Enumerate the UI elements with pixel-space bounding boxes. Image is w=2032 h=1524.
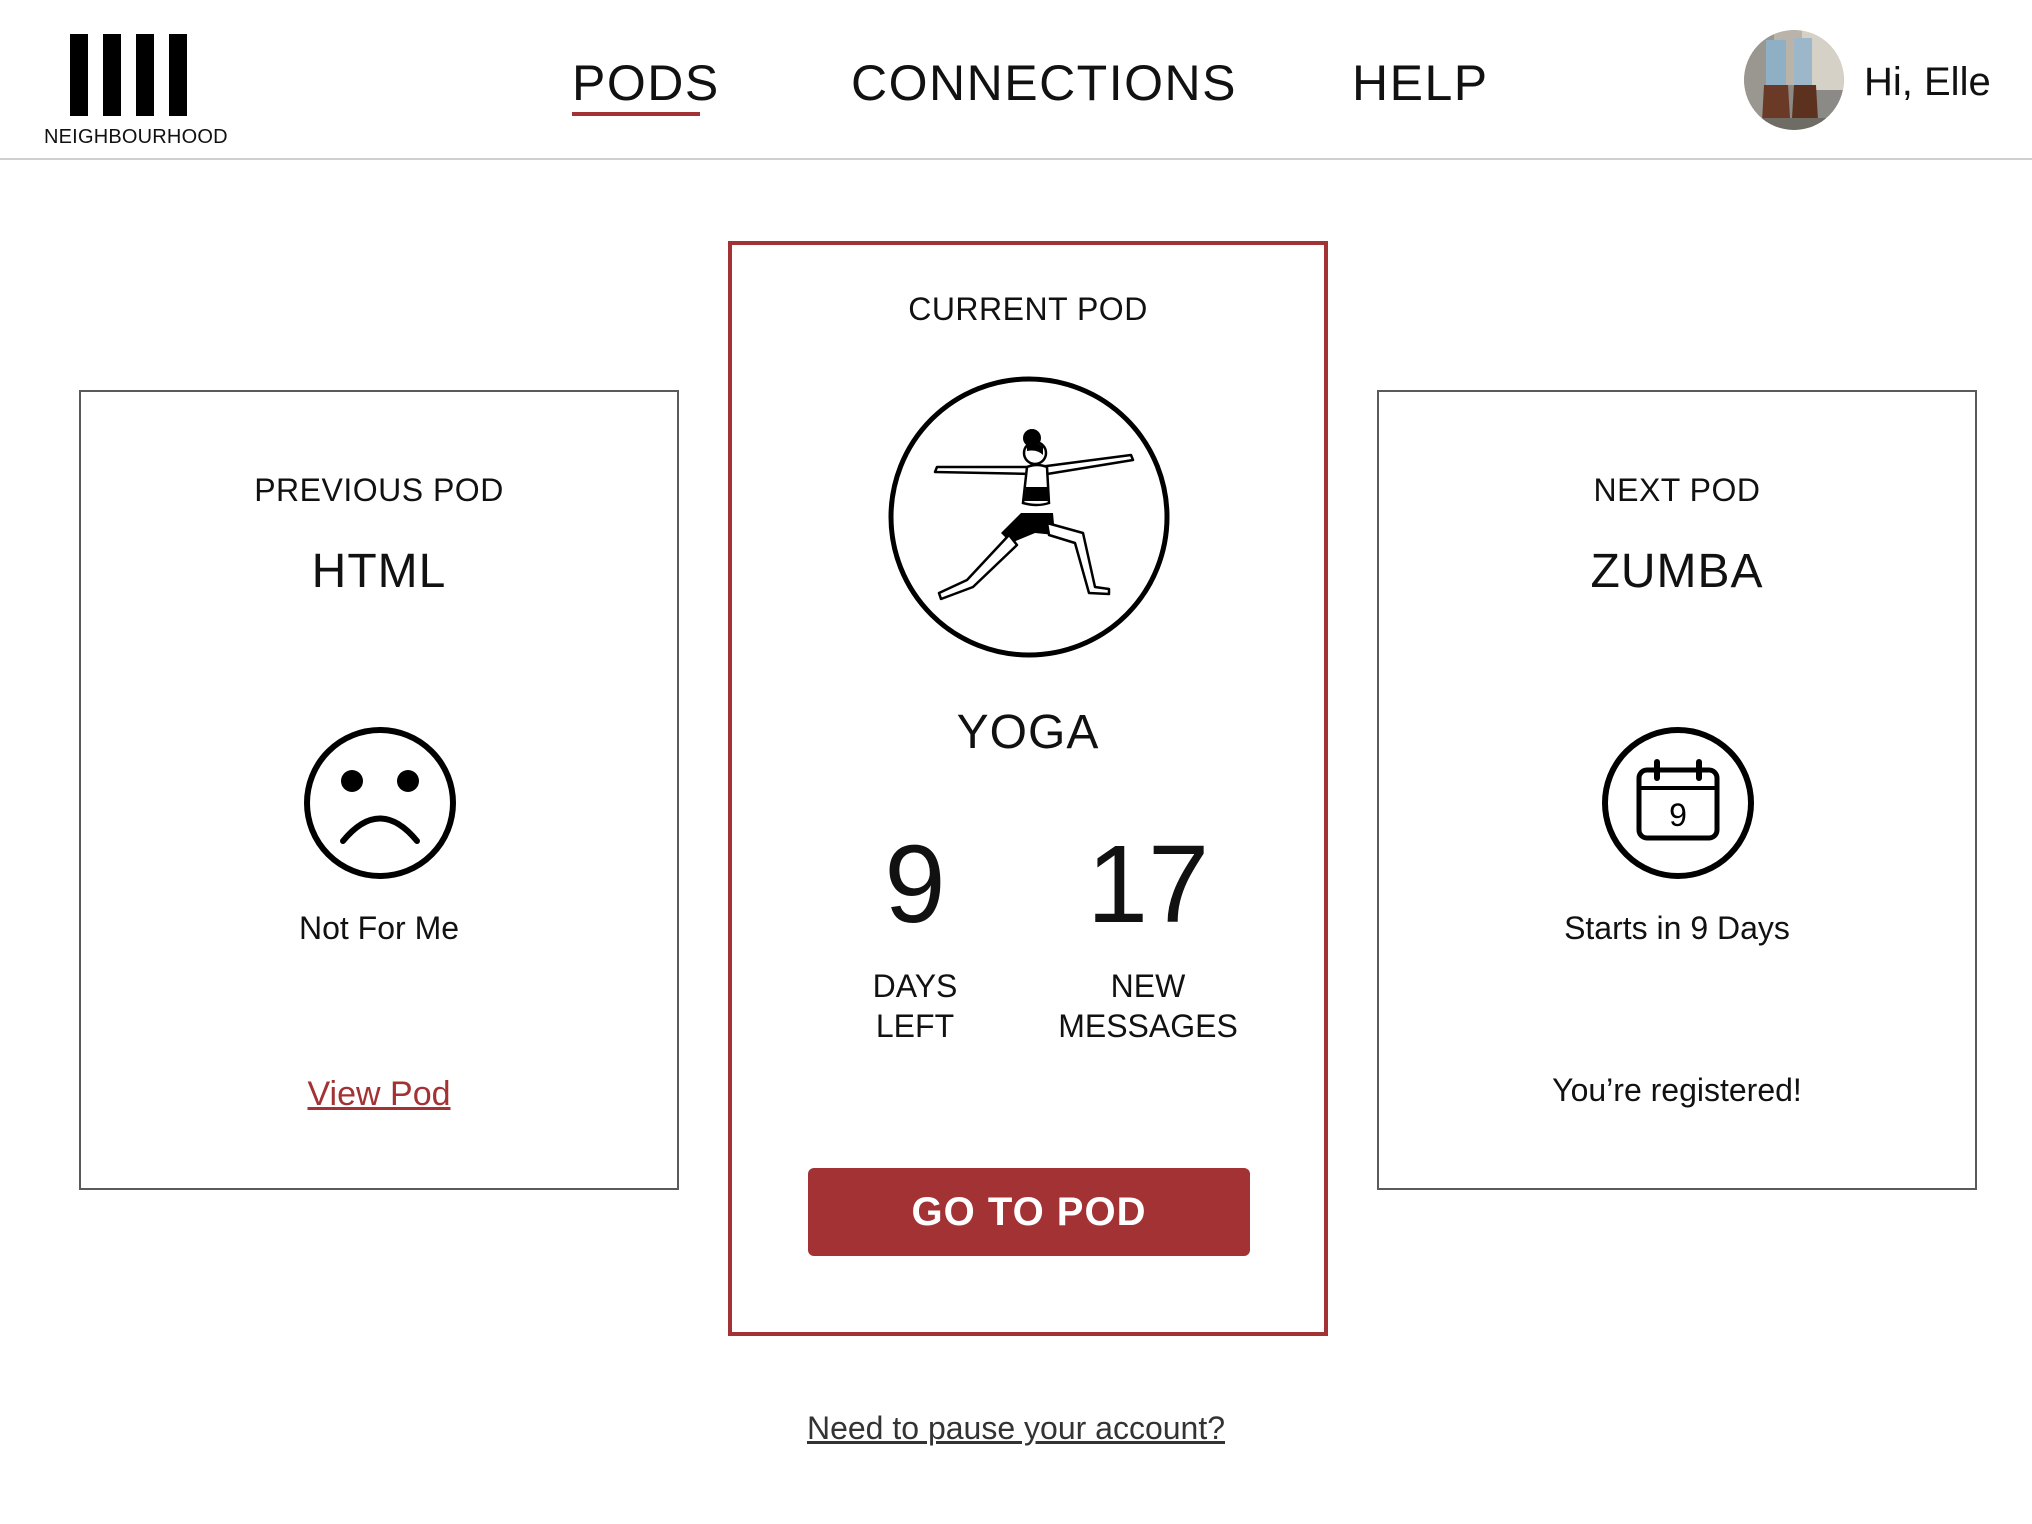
next-pod-status: Starts in 9 Days	[1564, 910, 1790, 946]
top-navbar: NEIGHBOURHOOD PODS CONNECTIONS HELP Hi, …	[0, 0, 2032, 160]
current-pod-title: YOGA	[956, 706, 1100, 759]
new-messages-number: 17	[1086, 823, 1210, 946]
current-pod-label: CURRENT POD	[908, 291, 1148, 327]
user-greeting: Hi, Elle	[1864, 60, 1991, 104]
view-pod-link[interactable]: View Pod	[81, 1075, 677, 1114]
next-pod-card: NEXT POD ZUMBA 9 Starts in 9 Days You’re…	[1377, 390, 1977, 1190]
days-left-label: DAYS LEFT	[872, 968, 958, 1044]
neighbourhood-logo[interactable]: NEIGHBOURHOOD	[44, 34, 244, 150]
nav-active-underline	[572, 112, 700, 116]
days-left-stat: 9 DAYS LEFT	[842, 830, 988, 1046]
new-messages-stat[interactable]: 17 NEW MESSAGES	[1048, 830, 1248, 1046]
pause-account-link[interactable]: Need to pause your account?	[0, 1410, 2032, 1447]
calendar-icon: 9	[1601, 726, 1755, 885]
nav-connections[interactable]: CONNECTIONS	[851, 54, 1237, 112]
previous-pod-card: PREVIOUS POD HTML Not For Me View Pod	[79, 390, 679, 1190]
go-to-pod-button[interactable]: GO TO POD	[808, 1168, 1250, 1256]
nav-pods[interactable]: PODS	[572, 54, 720, 112]
previous-pod-label: PREVIOUS POD	[254, 472, 504, 508]
next-pod-title: ZUMBA	[1590, 545, 1764, 598]
user-avatar[interactable]	[1744, 30, 1844, 130]
previous-pod-status: Not For Me	[298, 910, 460, 946]
next-pod-label: NEXT POD	[1593, 472, 1761, 508]
new-messages-label: NEW MESSAGES	[1058, 968, 1238, 1044]
current-pod-card: CURRENT POD YOGA 9 DAYS LEFT 17 NEW MESS…	[728, 241, 1328, 1336]
yoga-pose-icon	[887, 375, 1171, 664]
nav-help[interactable]: HELP	[1352, 54, 1489, 112]
calendar-day: 9	[1669, 797, 1687, 833]
previous-pod-title: HTML	[311, 545, 447, 598]
days-left-number: 9	[884, 823, 946, 946]
logo-text: NEIGHBOURHOOD	[44, 126, 228, 148]
sad-face-icon	[303, 726, 457, 885]
registered-note: You’re registered!	[1552, 1072, 1802, 1108]
logo-bars-icon	[70, 34, 190, 116]
